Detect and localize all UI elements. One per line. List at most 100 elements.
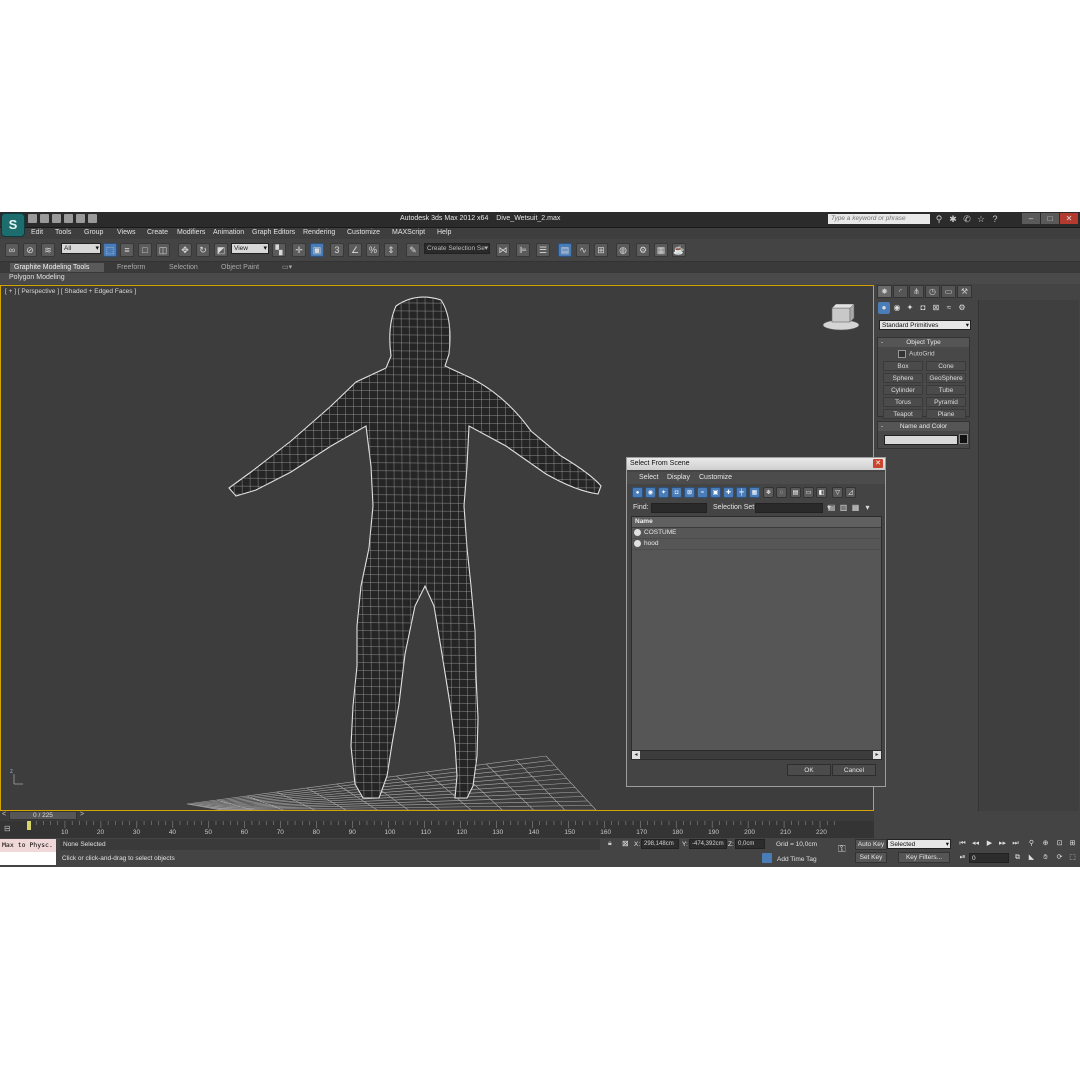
rectangle-selection-icon[interactable]: □ (138, 243, 152, 257)
filter-icon[interactable]: ▽ (832, 487, 843, 498)
selection-set-dropdown[interactable] (755, 503, 831, 513)
material-editor-icon[interactable]: ◍ (616, 243, 630, 257)
select-all-icon[interactable]: ▤ (790, 487, 801, 498)
select-and-rotate-icon[interactable]: ↻ (196, 243, 210, 257)
zoom-extents-all-icon[interactable]: ⊞ (1067, 839, 1078, 849)
display-bones-icon[interactable]: ╪ (736, 487, 747, 498)
object-list[interactable]: Name COSTUME hood ◂ ▸ (631, 516, 882, 760)
rendered-frame-window-icon[interactable]: ▦ (654, 243, 668, 257)
key-mode-dropdown[interactable]: Selected (887, 839, 951, 849)
auto-key-button[interactable]: Auto Key (855, 839, 887, 850)
time-slider-thumb[interactable]: 0 / 225 (9, 811, 77, 820)
dialog-close-button[interactable]: ✕ (873, 459, 883, 468)
ribbon-options-icon[interactable]: ▭▾ (278, 263, 296, 272)
z-coordinate-field[interactable]: 0,0cm (735, 839, 765, 849)
tab-selection[interactable]: Selection (165, 263, 202, 272)
select-and-move-icon[interactable]: ✥ (178, 243, 192, 257)
redo-icon[interactable] (76, 214, 85, 223)
list-item-hood[interactable]: hood (632, 539, 881, 550)
schematic-view-icon[interactable]: ⊞ (594, 243, 608, 257)
named-selection-dropdown[interactable]: Create Selection Se (424, 243, 490, 254)
ok-button[interactable]: OK (787, 764, 831, 776)
checkbox-icon[interactable] (898, 350, 906, 358)
object-color-swatch[interactable] (959, 434, 968, 444)
maximize-viewport-icon[interactable]: ⬚ (1067, 853, 1078, 863)
cylinder-button[interactable]: Cylinder (883, 385, 923, 395)
key-filters-button[interactable]: Key Filters... (898, 852, 950, 863)
orbit-icon[interactable]: ⟳ (1054, 853, 1065, 863)
helpers-icon[interactable]: ⊠ (930, 302, 942, 314)
align-icon[interactable]: ⊫ (516, 243, 530, 257)
select-invert-icon[interactable]: ◧ (816, 487, 827, 498)
display-tab-icon[interactable]: ▭ (941, 285, 956, 298)
render-setup-icon[interactable]: ⚙ (636, 243, 650, 257)
menu-modifiers[interactable]: Modifiers (177, 229, 205, 236)
zoom-icon[interactable]: ⚲ (1026, 839, 1037, 849)
unlink-icon[interactable]: ⊘ (23, 243, 37, 257)
menu-views[interactable]: Views (117, 229, 136, 236)
scroll-right-icon[interactable]: ▸ (873, 751, 881, 759)
sort-icon[interactable]: ▤ (827, 503, 836, 513)
angle-snap-icon[interactable]: ∠ (348, 243, 362, 257)
maxscript-input[interactable] (0, 852, 56, 865)
sphere-button[interactable]: Sphere (883, 373, 923, 383)
application-button-icon[interactable]: S (1, 213, 25, 237)
y-coordinate-field[interactable]: -474,392cm (689, 839, 727, 849)
display-groups-icon[interactable]: ▣ (710, 487, 721, 498)
spinner-snap-icon[interactable]: ⇕ (384, 243, 398, 257)
hierarchy-icon[interactable]: ▥ (839, 503, 848, 513)
modify-tab-icon[interactable]: ◜ (893, 285, 908, 298)
close-button[interactable]: ✕ (1060, 213, 1078, 224)
pan-icon[interactable]: ✋︎ (1040, 853, 1051, 863)
list-view-icon[interactable]: ▦ (851, 503, 860, 513)
subscription-icon[interactable]: ✱ (948, 214, 958, 224)
selection-lock-icon[interactable]: 🔒︎ (608, 840, 612, 848)
display-frozen-icon[interactable]: ❄ (763, 487, 774, 498)
dialog-menu-customize[interactable]: Customize (699, 474, 732, 481)
selection-filter-dropdown[interactable]: All (61, 243, 101, 254)
display-shapes-icon[interactable]: ◉ (645, 487, 656, 498)
dialog-menu-display[interactable]: Display (667, 474, 690, 481)
menu-animation[interactable]: Animation (213, 229, 244, 236)
panel-polygon-modeling[interactable]: Polygon Modeling (9, 274, 65, 281)
save-file-icon[interactable] (52, 214, 61, 223)
cancel-button[interactable]: Cancel (832, 764, 876, 776)
display-xrefs-icon[interactable]: ✚ (723, 487, 734, 498)
pivot-center-icon[interactable]: ▚ (272, 243, 286, 257)
object-name-field[interactable] (884, 435, 958, 445)
display-helpers-icon[interactable]: ⊠ (684, 487, 695, 498)
name-column-header[interactable]: Name (632, 517, 881, 528)
filter-options-icon[interactable]: ◿ (845, 487, 856, 498)
space-warps-icon[interactable]: ≈ (943, 302, 955, 314)
hierarchy-tab-icon[interactable]: ⋔ (909, 285, 924, 298)
minimize-button[interactable]: – (1022, 213, 1040, 224)
menu-graph-editors[interactable]: Graph Editors (252, 229, 295, 236)
menu-help[interactable]: Help (437, 229, 451, 236)
display-cameras-icon[interactable]: ◘ (671, 487, 682, 498)
time-slider-next-icon[interactable]: > (80, 811, 84, 818)
display-hidden-icon[interactable]: ◌ (776, 487, 787, 498)
play-icon[interactable]: ▶ (984, 839, 995, 849)
select-and-link-icon[interactable]: ∞ (5, 243, 19, 257)
teapot-button[interactable]: Teapot (883, 409, 923, 419)
tube-button[interactable]: Tube (926, 385, 966, 395)
bind-space-warp-icon[interactable]: ≋ (41, 243, 55, 257)
reference-coordinate-dropdown[interactable]: View (231, 243, 269, 254)
select-manipulate-icon[interactable]: ✛ (292, 243, 306, 257)
torus-button[interactable]: Torus (883, 397, 923, 407)
menu-customize[interactable]: Customize (347, 229, 380, 236)
key-mode-toggle-icon[interactable]: ⏯ (957, 853, 968, 863)
menu-create[interactable]: Create (147, 229, 168, 236)
time-configuration-icon[interactable]: ⧉ (1012, 853, 1023, 863)
menu-rendering[interactable]: Rendering (303, 229, 335, 236)
list-item-costume[interactable]: COSTUME (632, 528, 881, 539)
find-input[interactable] (651, 503, 707, 513)
render-production-icon[interactable]: ☕ (672, 243, 686, 257)
utilities-tab-icon[interactable]: ⚒ (957, 285, 972, 298)
cameras-icon[interactable]: ◘ (917, 302, 929, 314)
infocenter-search-input[interactable]: Type a keyword or phrase (828, 214, 930, 224)
select-none-icon[interactable]: ▭ (803, 487, 814, 498)
communication-icon[interactable]: ✆ (962, 214, 972, 224)
maxscript-listener[interactable]: Max to Physc. (0, 839, 56, 852)
open-file-icon[interactable] (40, 214, 49, 223)
